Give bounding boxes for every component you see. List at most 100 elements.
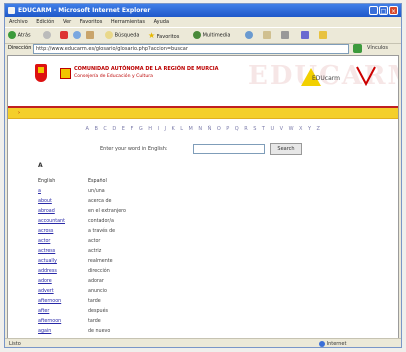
back-button[interactable]: Atrás [8, 31, 31, 40]
media-button[interactable]: Multimedia [193, 31, 230, 40]
page-content: COMUNIDAD AUTÓNOMA DE LA REGIÓN DE MURCI… [7, 55, 399, 339]
english-word-link[interactable]: abroad [38, 207, 55, 217]
glossary-row: about acerca de [38, 197, 238, 207]
search-icon [105, 31, 113, 39]
spanish-translation: dirección [88, 269, 110, 274]
menu-tools[interactable]: Herramientas [111, 19, 145, 25]
alphabet-letter-link[interactable]: G [139, 126, 143, 132]
search-submit-button[interactable]: Search [270, 143, 302, 155]
alphabet-letter-link[interactable]: F [130, 126, 133, 132]
title-bar: EDUCARM - Microsoft Internet Explorer _ … [5, 4, 401, 17]
toolbar: Atrás Búsqueda ★ Favoritos Multimedia [5, 27, 401, 44]
alphabet-letter-link[interactable]: I [157, 126, 159, 132]
alphabet-letter-link[interactable]: E [122, 126, 126, 132]
english-word-link[interactable]: a [38, 187, 41, 197]
maximize-button[interactable]: □ [379, 6, 388, 15]
menu-file[interactable]: Archivo [9, 19, 28, 25]
address-input[interactable]: http://www.educarm.es/glosario/glosario.… [33, 44, 349, 54]
menu-help[interactable]: Ayuda [154, 19, 169, 25]
alphabet-letter-link[interactable]: T [262, 126, 266, 132]
browser-window: EDUCARM - Microsoft Internet Explorer _ … [4, 3, 402, 348]
search-button[interactable]: Búsqueda [105, 31, 139, 40]
mail-button[interactable] [263, 31, 271, 40]
history-button[interactable] [245, 31, 253, 40]
star-icon: ★ [148, 31, 156, 40]
alphabet-letter-link[interactable]: J [164, 126, 166, 132]
folder-button[interactable] [319, 31, 327, 40]
alphabet-letter-link[interactable]: M [189, 126, 194, 132]
english-word-link[interactable]: again [38, 327, 51, 337]
english-word-link[interactable]: afternoon [38, 297, 61, 307]
links-button[interactable]: Vínculos [367, 43, 388, 54]
favorites-button[interactable]: ★ Favoritos [148, 31, 179, 40]
forward-button[interactable] [43, 31, 51, 40]
glossary-row: adore adorar [38, 277, 238, 287]
alphabet-letter-link[interactable]: C [103, 126, 107, 132]
org-title: COMUNIDAD AUTÓNOMA DE LA REGIÓN DE MURCI… [74, 66, 219, 72]
alphabet-letter-link[interactable]: Y [308, 126, 312, 132]
edit-icon [301, 31, 309, 39]
refresh-button[interactable] [73, 31, 81, 40]
search-form: Enter your word in English: Search [100, 143, 302, 155]
address-label: Dirección [8, 45, 32, 51]
menu-edit[interactable]: Edición [36, 19, 54, 25]
search-form-label: Enter your word in English: [100, 146, 168, 152]
back-label: Atrás [17, 32, 31, 39]
go-button[interactable] [353, 44, 362, 53]
alphabet-letter-link[interactable]: K [171, 126, 175, 132]
english-word-link[interactable]: about [38, 197, 52, 207]
alphabet-letter-link[interactable]: L [180, 126, 183, 132]
english-word-link[interactable]: address [38, 267, 57, 277]
english-word-link[interactable]: across [38, 227, 53, 237]
logo-text: EDUcarm [312, 75, 340, 82]
alphabet-letter-link[interactable]: D [112, 126, 116, 132]
glossary-row: accountant contador/a [38, 217, 238, 227]
english-word-link[interactable]: accountant [38, 217, 65, 227]
alphabet-letter-link[interactable]: V [280, 126, 284, 132]
glossary-row: across a través de [38, 227, 238, 237]
alphabet-letter-link[interactable]: Q [235, 126, 239, 132]
refresh-icon [73, 31, 81, 39]
alphabet-letter-link[interactable]: Z [317, 126, 321, 132]
minimize-button[interactable]: _ [369, 6, 378, 15]
spanish-translation: después [88, 309, 109, 314]
alphabet-letter-link[interactable]: P [226, 126, 230, 132]
address-bar: Dirección http://www.educarm.es/glosario… [5, 43, 401, 54]
english-word-link[interactable]: afternoon [38, 317, 61, 327]
stop-button[interactable] [60, 31, 68, 40]
menu-favorites[interactable]: Favoritos [80, 19, 103, 25]
word-search-input[interactable] [193, 144, 265, 154]
site-header: COMUNIDAD AUTÓNOMA DE LA REGIÓN DE MURCI… [8, 56, 398, 108]
alphabet-letter-link[interactable]: H [148, 126, 152, 132]
spanish-translation: un/una [88, 189, 105, 194]
menu-view[interactable]: Ver [63, 19, 71, 25]
red-check-mark-icon [356, 66, 376, 86]
home-button[interactable] [86, 31, 94, 40]
alphabet-letter-link[interactable]: N [198, 126, 202, 132]
english-word-link[interactable]: actress [38, 247, 55, 257]
english-word-link[interactable]: after [38, 307, 49, 317]
english-word-link[interactable]: advert [38, 287, 54, 297]
alphabet-letter-link[interactable]: S [253, 126, 257, 132]
media-label: Multimedia [202, 32, 231, 39]
english-word-link[interactable]: adore [38, 277, 52, 287]
favorites-label: Favoritos [156, 34, 180, 40]
edit-button[interactable] [301, 31, 309, 40]
alphabet-letter-link[interactable]: A [86, 126, 90, 132]
alphabet-letter-link[interactable]: Ñ [208, 126, 212, 132]
alphabet-letter-link[interactable]: U [270, 126, 274, 132]
close-button[interactable]: × [389, 6, 398, 15]
alphabet-letter-link[interactable]: X [299, 126, 303, 132]
alphabet-letter-link[interactable]: W [289, 126, 294, 132]
status-text: Listo [9, 341, 21, 347]
stop-icon [60, 31, 68, 39]
alphabet-letter-link[interactable]: R [244, 126, 248, 132]
english-word-link[interactable]: actor [38, 237, 50, 247]
org-subtitle: Consejería de Educación y Cultura [74, 74, 153, 79]
spanish-translation: contador/a [88, 219, 114, 224]
alphabet-letter-link[interactable]: O [217, 126, 221, 132]
ie-icon [8, 7, 15, 14]
english-word-link[interactable]: actually [38, 257, 57, 267]
print-button[interactable] [281, 31, 289, 40]
alphabet-letter-link[interactable]: B [94, 126, 98, 132]
